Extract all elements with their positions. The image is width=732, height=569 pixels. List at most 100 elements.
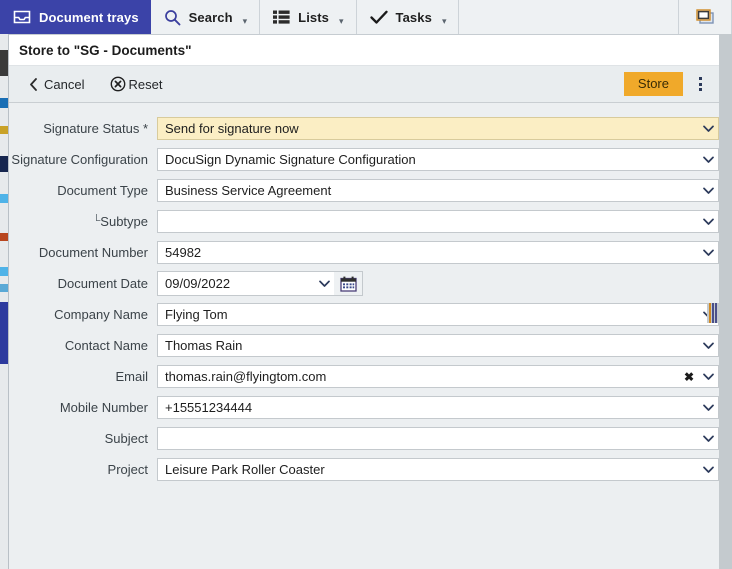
tab-bar-spacer [459, 0, 679, 34]
field-label-text: Signature Status [43, 121, 140, 136]
tab-document-trays[interactable]: Document trays [0, 0, 151, 34]
sidebar-sliver-segment [0, 267, 8, 276]
tab-label: Lists [298, 9, 329, 25]
chevron-down-icon[interactable] [698, 404, 718, 412]
field-value: 09/09/2022 [165, 276, 231, 291]
form-row: Subject [9, 423, 719, 454]
lists-icon [273, 10, 290, 24]
form-row: Signature Configuration DocuSign Dynamic … [9, 144, 719, 175]
field-input[interactable] [157, 210, 719, 233]
kebab-menu-icon[interactable] [689, 71, 711, 97]
right-gutter [719, 34, 732, 569]
required-marker: * [139, 121, 148, 136]
field-label-text: Email [115, 369, 148, 384]
field-label-text: Subtype [100, 214, 148, 229]
field-input[interactable]: 09/09/2022 [158, 272, 334, 295]
field-label: Subject [9, 431, 157, 446]
chevron-down-icon[interactable] [698, 218, 718, 226]
field-input[interactable]: Business Service Agreement [157, 179, 719, 202]
tab-lists[interactable]: Lists ▾ [260, 0, 357, 34]
tab-label: Tasks [395, 9, 432, 25]
field-value: thomas.rain@flyingtom.com [165, 369, 327, 384]
sidebar-sliver-segment [0, 98, 8, 108]
cancel-button[interactable]: Cancel [27, 75, 86, 94]
chevron-down-icon[interactable] [698, 373, 718, 381]
form-row: Signature Status * Send for signature now [9, 113, 719, 144]
field-label: Signature Status * [9, 121, 157, 136]
chevron-down-icon[interactable] [698, 435, 718, 443]
sidebar-sliver-segment [0, 156, 8, 172]
mini-scrollbar[interactable] [707, 303, 719, 323]
sidebar-sliver-segment [0, 284, 8, 292]
form-row: Company Name Flying Tom [9, 299, 719, 330]
window-restore-icon [694, 7, 716, 27]
field-label: Document Type [9, 183, 157, 198]
clear-field-icon[interactable]: ✖ [680, 370, 698, 384]
form-row: Document Type Business Service Agreement [9, 175, 719, 206]
chevron-down-icon[interactable]: ▾ [339, 16, 344, 27]
field-input[interactable]: DocuSign Dynamic Signature Configuration [157, 148, 719, 171]
toolbar-right-group: Store [623, 71, 711, 97]
tab-tasks[interactable]: Tasks ▾ [356, 0, 460, 34]
sidebar-sliver-segment [0, 194, 8, 203]
page-title-bar: Store to "SG - Documents" [9, 35, 719, 66]
field-label: Document Number [9, 245, 157, 260]
action-toolbar: Cancel Reset Store [9, 66, 719, 103]
sidebar-sliver-segment [0, 241, 8, 267]
field-value: Send for signature now [165, 121, 299, 136]
chevron-down-icon[interactable] [698, 156, 718, 164]
application-window: Document trays Search ▾ Lists ▾ Tasks ▾ … [0, 0, 732, 569]
field-input[interactable]: thomas.rain@flyingtom.com ✖ [157, 365, 719, 388]
sidebar-sliver-segment [0, 34, 8, 50]
field-value: Business Service Agreement [165, 183, 332, 198]
search-icon [164, 9, 181, 26]
circle-x-icon [110, 76, 126, 92]
field-label: Document Date [9, 276, 157, 291]
field-input[interactable]: Thomas Rain [157, 334, 719, 357]
chevron-down-icon[interactable] [698, 342, 718, 350]
field-label-text: Document Number [38, 245, 148, 260]
calendar-picker-icon[interactable] [334, 272, 362, 295]
field-label: └Subtype [9, 214, 157, 229]
form-row: Project Leisure Park Roller Coaster [9, 454, 719, 485]
sidebar-sliver-segment [0, 233, 8, 241]
chevron-down-icon[interactable] [698, 466, 718, 474]
field-input[interactable]: 54982 [157, 241, 719, 264]
field-value: Leisure Park Roller Coaster [165, 462, 325, 477]
date-field-group: 09/09/2022 [157, 271, 363, 296]
page-title: Store to "SG - Documents" [19, 42, 192, 58]
field-input[interactable]: Flying Tom [157, 303, 719, 326]
tab-label: Document trays [39, 9, 139, 25]
chevron-down-icon[interactable] [698, 249, 718, 257]
field-input[interactable]: Send for signature now [157, 117, 719, 140]
chevron-down-icon[interactable]: ▾ [442, 16, 447, 27]
collapsed-sidebar-sliver[interactable] [0, 34, 9, 569]
field-label: Company Name [9, 307, 157, 322]
reset-button[interactable]: Reset [108, 74, 164, 94]
field-input[interactable]: Leisure Park Roller Coaster [157, 458, 719, 481]
field-label-text: Document Date [57, 276, 148, 291]
form-row: └Subtype [9, 206, 719, 237]
chevron-down-icon[interactable] [698, 187, 718, 195]
field-label-text: Document Type [57, 183, 148, 198]
chevron-down-icon[interactable] [698, 125, 718, 133]
sidebar-sliver-segment [0, 108, 8, 126]
chevron-down-icon[interactable]: ▾ [243, 16, 248, 27]
field-label-text: Contact Name [64, 338, 148, 353]
chevron-down-icon[interactable] [314, 280, 334, 288]
window-restore-button[interactable] [679, 0, 732, 34]
inbox-tray-icon [13, 10, 31, 24]
cancel-label: Cancel [44, 76, 85, 92]
sidebar-sliver-segment [0, 302, 8, 364]
field-label-text: Project [107, 462, 148, 477]
form-row: Contact Name Thomas Rain [9, 330, 719, 361]
sidebar-sliver-segment [0, 276, 8, 284]
field-value: +15551234444 [165, 400, 253, 415]
chevron-left-icon [29, 77, 38, 91]
store-button[interactable]: Store [623, 72, 683, 96]
tab-search[interactable]: Search ▾ [150, 0, 261, 34]
check-icon [369, 10, 388, 25]
field-input[interactable] [157, 427, 719, 450]
field-input[interactable]: +15551234444 [157, 396, 719, 419]
sidebar-sliver-segment [0, 126, 8, 134]
